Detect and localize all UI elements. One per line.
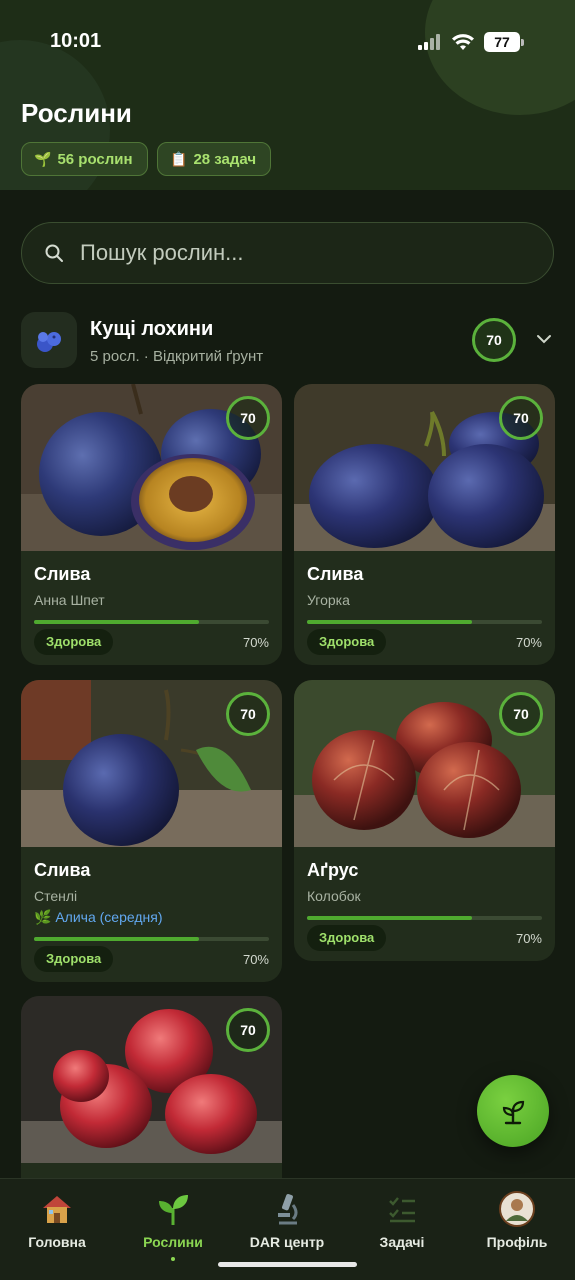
- leaf-icon: 🌿: [34, 909, 56, 925]
- plant-card[interactable]: 70 Слива Анна Шпет Здорова 70%: [21, 384, 282, 665]
- add-plant-button[interactable]: [477, 1075, 549, 1147]
- home-indicator[interactable]: [218, 1262, 357, 1267]
- nav-profile[interactable]: Профіль: [476, 1179, 558, 1259]
- page-title: Рослини: [21, 98, 132, 128]
- plant-name: Слива: [34, 860, 91, 880]
- rootstock-text: Алича (середня): [55, 909, 163, 925]
- plant-variety: Стенлі: [34, 888, 78, 904]
- status-badge: Здорова: [34, 946, 114, 972]
- active-indicator: [171, 1257, 175, 1261]
- status-badge: Здорова: [307, 629, 387, 655]
- tasks-count-label: 28 задач: [193, 151, 257, 168]
- group-score: 70: [472, 318, 516, 362]
- nav-label: DAR центр: [249, 1234, 325, 1250]
- status-badge: Здорова: [307, 925, 387, 951]
- health-percent: 70%: [242, 635, 269, 650]
- plants-screen: 10:01 77 Рослини 🌱 56 рослин 📋 28 задач: [0, 0, 575, 1280]
- plant-score: 70: [226, 396, 270, 440]
- nav-label: Профіль: [486, 1234, 548, 1250]
- battery-icon: 77: [484, 32, 524, 52]
- health-percent: 70%: [515, 931, 542, 946]
- status-bar: 10:01 77: [0, 26, 575, 60]
- health-bar: [307, 620, 542, 624]
- blueberry-icon: [21, 312, 77, 368]
- signal-icon: [418, 34, 442, 50]
- sprout-icon: [159, 1195, 188, 1225]
- health-percent: 70%: [242, 952, 269, 967]
- plant-name: Слива: [307, 564, 364, 584]
- plant-score: 70: [499, 692, 543, 736]
- search-bar[interactable]: [21, 222, 554, 284]
- plant-score: 70: [499, 396, 543, 440]
- checklist-icon: [389, 1197, 415, 1223]
- plant-variety: Колобок: [307, 888, 361, 904]
- sprout-icon: 🌱: [34, 151, 52, 167]
- search-input[interactable]: [80, 223, 520, 283]
- plant-score: 70: [226, 1008, 270, 1052]
- health-bar: [34, 620, 269, 624]
- nav-label: Задачі: [379, 1234, 425, 1250]
- plants-count-label: 56 рослин: [57, 151, 133, 168]
- house-icon: [43, 1196, 71, 1223]
- plant-card[interactable]: 70 Слива Стенлі 🌿 Алича (середня) Здоров…: [21, 680, 282, 982]
- microscope-icon: [278, 1194, 298, 1225]
- group-title[interactable]: Кущі лохини: [90, 318, 213, 341]
- plant-variety: Угорка: [307, 592, 350, 608]
- header: 10:01 77 Рослини 🌱 56 рослин 📋 28 задач: [0, 0, 575, 190]
- plant-variety: Анна Шпет: [34, 592, 105, 608]
- wifi-icon: [452, 34, 474, 50]
- plant-name: Слива: [34, 564, 91, 584]
- sprout-icon: [502, 1100, 525, 1125]
- status-time: 10:01: [50, 30, 102, 52]
- health-bar: [34, 937, 269, 941]
- group-subtitle: 5 росл. · Відкритий ґрунт: [90, 348, 264, 365]
- tasks-count-badge[interactable]: 📋 28 задач: [157, 142, 272, 176]
- plant-score: 70: [226, 692, 270, 736]
- search-icon: [45, 244, 63, 262]
- nav-label: Головна: [28, 1234, 86, 1250]
- nav-home[interactable]: Головна: [15, 1179, 99, 1259]
- nav-plants[interactable]: Рослини: [130, 1179, 216, 1261]
- health-percent: 70%: [515, 635, 542, 650]
- clipboard-icon: 📋: [170, 151, 188, 167]
- nav-tasks[interactable]: Задачі: [360, 1179, 444, 1259]
- plant-card[interactable]: 70 Слива Угорка Здорова 70%: [294, 384, 555, 665]
- health-bar: [307, 916, 542, 920]
- nav-label: Рослини: [143, 1234, 203, 1250]
- status-badge: Здорова: [34, 629, 114, 655]
- plant-card[interactable]: 70: [21, 996, 282, 1196]
- plant-name: Аґрус: [307, 860, 359, 880]
- plant-card[interactable]: 70 Аґрус Колобок Здорова 70%: [294, 680, 555, 961]
- rootstock-label: 🌿 Алича (середня): [34, 909, 162, 926]
- avatar-icon: [499, 1191, 535, 1227]
- nav-dar-center[interactable]: DAR центр: [240, 1179, 334, 1259]
- plants-count-badge[interactable]: 🌱 56 рослин: [21, 142, 148, 176]
- chevron-down-icon[interactable]: [536, 333, 552, 345]
